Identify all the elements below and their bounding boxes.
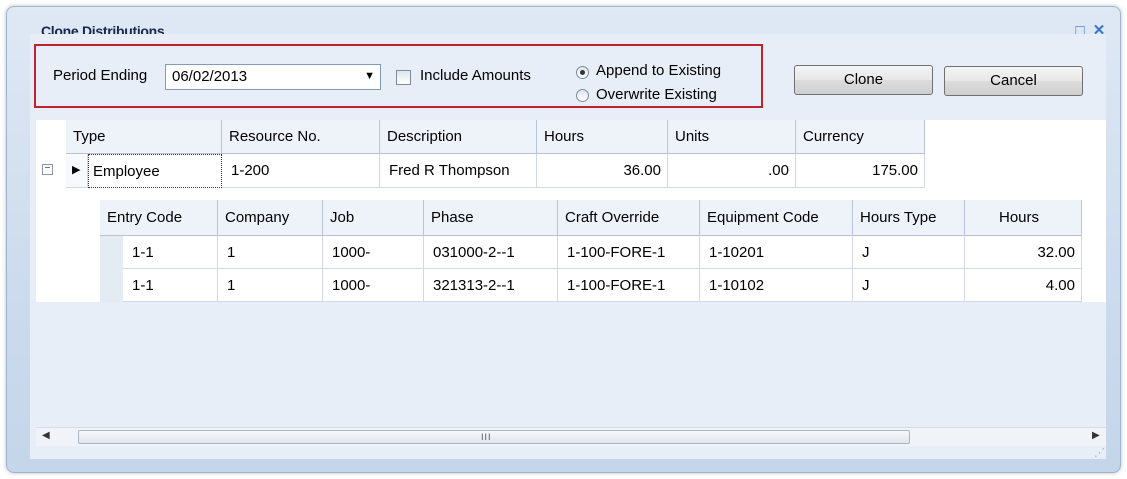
cell-currency[interactable]: 175.00 [796, 154, 925, 188]
horizontal-scrollbar[interactable]: ◀ III ▶ [36, 427, 1106, 446]
cell-phase[interactable]: 321313-2--1 [424, 269, 558, 302]
overwrite-existing-label: Overwrite Existing [596, 86, 717, 103]
period-ending-dropdown[interactable]: 06/02/2013 ▼ [165, 64, 381, 90]
scroll-left-icon[interactable]: ◀ [42, 430, 50, 441]
column-header-description[interactable]: Description [380, 120, 537, 154]
cell-company[interactable]: 1 [218, 269, 323, 302]
period-ending-label: Period Ending [53, 67, 148, 84]
column-header-craft-override[interactable]: Craft Override [558, 200, 700, 236]
cell-equipment-code[interactable]: 1-10201 [700, 236, 853, 269]
grid-empty-area [36, 302, 1106, 427]
column-header-units[interactable]: Units [668, 120, 796, 154]
header-empty-area [925, 120, 1106, 154]
cell-company[interactable]: 1 [218, 236, 323, 269]
row-selector[interactable] [100, 269, 124, 303]
cell-hours-type[interactable]: J [853, 269, 965, 302]
cell-child-hours[interactable]: 4.00 [965, 269, 1082, 302]
cell-resource-no[interactable]: 1-200 [222, 154, 380, 188]
row-selector[interactable] [100, 236, 124, 270]
overwrite-existing-radio[interactable] [576, 89, 589, 102]
cell-entry-code[interactable]: 1-1 [123, 236, 218, 269]
cancel-button[interactable]: Cancel [944, 66, 1083, 96]
include-amounts-label: Include Amounts [420, 67, 531, 84]
cell-craft-override[interactable]: 1-100-FORE-1 [558, 236, 700, 269]
resize-grip-icon[interactable]: ⋰ [1094, 446, 1105, 459]
column-header-type[interactable]: Type [66, 120, 222, 154]
scrollbar-thumb[interactable]: III [78, 430, 910, 444]
cell-equipment-code[interactable]: 1-10102 [700, 269, 853, 302]
clone-button[interactable]: Clone [794, 65, 933, 95]
column-header-hours-type[interactable]: Hours Type [853, 200, 965, 236]
chevron-down-icon[interactable]: ▼ [364, 70, 375, 82]
period-ending-value: 06/02/2013 [172, 68, 248, 85]
column-header-job[interactable]: Job [323, 200, 424, 236]
column-header-phase[interactable]: Phase [424, 200, 558, 236]
cell-entry-code[interactable]: 1-1 [123, 269, 218, 302]
column-header-entry-code[interactable]: Entry Code [100, 200, 218, 236]
cell-job[interactable]: 1000- [323, 236, 424, 269]
child-grid-spacer [88, 188, 1106, 200]
cell-hours-type[interactable]: J [853, 236, 965, 269]
cell-phase[interactable]: 031000-2--1 [424, 236, 558, 269]
column-header-child-hours[interactable]: Hours [965, 200, 1082, 236]
include-amounts-checkbox[interactable] [396, 70, 411, 85]
cell-units[interactable]: .00 [668, 154, 796, 188]
cell-craft-override[interactable]: 1-100-FORE-1 [558, 269, 700, 302]
scrollbar-grip: III [481, 432, 492, 442]
scroll-right-icon[interactable]: ▶ [1092, 430, 1100, 441]
append-to-existing-radio[interactable] [576, 66, 589, 79]
column-header-resource-no[interactable]: Resource No. [222, 120, 380, 154]
cell-job[interactable]: 1000- [323, 269, 424, 302]
cell-child-hours[interactable]: 32.00 [965, 236, 1082, 269]
cell-hours[interactable]: 36.00 [537, 154, 668, 188]
column-header-company[interactable]: Company [218, 200, 323, 236]
distributions-grid: Type Resource No. Description Hours Unit… [36, 120, 1106, 427]
column-header-hours[interactable]: Hours [537, 120, 668, 154]
cell-description[interactable]: Fred R Thompson [380, 154, 537, 188]
append-to-existing-label: Append to Existing [596, 62, 722, 79]
column-header-equipment-code[interactable]: Equipment Code [700, 200, 853, 236]
cell-type[interactable]: Employee [88, 154, 222, 188]
grid-indent [36, 154, 100, 302]
column-header-currency[interactable]: Currency [796, 120, 925, 154]
